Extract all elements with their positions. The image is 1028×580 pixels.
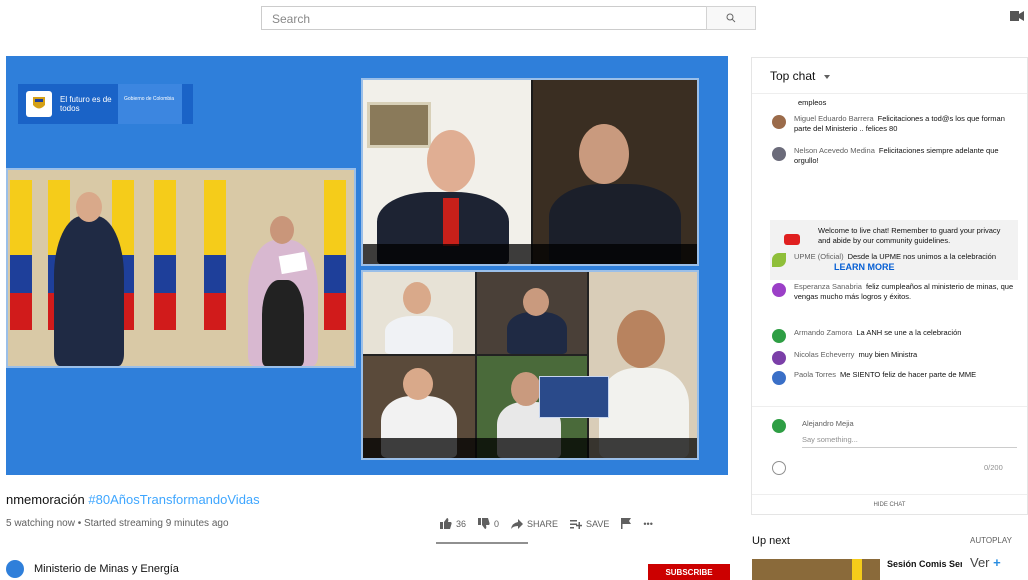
char-count: 0/200	[984, 463, 1003, 472]
next-video-thumbnail[interactable]	[752, 559, 880, 580]
chat-composer: Alejandro Mejia Say something... 0/200	[752, 406, 1027, 478]
video-player[interactable]: El futuro es de todos Gobierno de Colomb…	[6, 56, 728, 475]
welcome-text: Welcome to live chat! Remember to guard …	[818, 226, 1001, 245]
playlist-add-icon	[570, 519, 583, 529]
welcome-banner: Welcome to live chat! Remember to guard …	[770, 220, 1018, 280]
channel-avatar[interactable]	[6, 560, 24, 578]
stream-panel-grid	[361, 270, 699, 460]
brand-line-2: Gobierno de Colombia	[118, 84, 182, 124]
chevron-down-icon	[823, 75, 830, 79]
chat-message: Paola Torres Me SIENTO feliz de hacer par…	[772, 370, 1022, 385]
video-title: nmemoración #80AñosTransformandoVidas	[6, 492, 260, 507]
avatar	[772, 351, 786, 365]
chat-mode-label: Top chat	[770, 69, 816, 83]
chat-message: empleos	[772, 98, 1022, 113]
chat-input[interactable]: Say something...	[802, 435, 1017, 448]
avatar	[772, 253, 786, 267]
top-bar: Search	[0, 0, 1028, 36]
stream-panel-ceremony	[6, 168, 356, 368]
create-video-icon[interactable]	[1010, 10, 1024, 22]
chat-message: Nelson Acevedo Medina Felicitaciones siem…	[772, 146, 1022, 166]
like-button[interactable]: 36	[440, 518, 466, 529]
avatar	[772, 371, 786, 385]
autoplay-label: AUTOPLAY	[970, 536, 1012, 545]
avatar	[772, 283, 786, 297]
flag-icon	[621, 518, 632, 529]
composer-name: Alejandro Mejia	[802, 419, 854, 428]
chat-message: Miguel Eduardo Barrera Felicitaciones a t…	[772, 114, 1022, 134]
share-button[interactable]: SHARE	[511, 518, 559, 529]
plus-icon: +	[993, 555, 1001, 570]
hashtag-link[interactable]: #80AñosTransformandoVidas	[88, 492, 259, 507]
ver-mas-button[interactable]: Ver +	[962, 555, 1028, 575]
avatar	[772, 115, 786, 129]
youtube-icon	[784, 234, 800, 245]
brand-line-1: El futuro es de todos	[60, 95, 112, 113]
avatar	[772, 329, 786, 343]
like-count: 36	[456, 518, 467, 529]
save-label: SAVE	[586, 518, 610, 529]
chat-mode-selector[interactable]: Top chat	[752, 58, 1027, 94]
save-button[interactable]: SAVE	[570, 519, 609, 529]
avatar	[772, 147, 786, 161]
search-input[interactable]: Search	[261, 6, 706, 30]
video-actions: 36 0 SHARE SAVE •••	[440, 518, 653, 529]
emoji-icon[interactable]	[772, 461, 786, 475]
title-text: nmemoración	[6, 492, 89, 507]
stream-meta: 5 watching now • Started streaming 9 min…	[6, 518, 229, 529]
coat-of-arms-icon	[26, 91, 52, 117]
channel-row: Ministerio de Minas y Energía	[6, 560, 179, 578]
search-button[interactable]	[706, 6, 756, 30]
avatar	[772, 419, 786, 433]
ver-label: Ver	[970, 555, 990, 570]
chat-message: UPME (Oficial) Desde la UPME nos unimos a…	[772, 252, 1022, 267]
chat-message: Esperanza Sanabria feliz cumpleaños al mi…	[772, 282, 1022, 302]
dislike-count: 0	[494, 518, 500, 529]
stream-panel-call	[361, 78, 699, 266]
hide-chat-button[interactable]: HIDE CHAT	[752, 494, 1027, 514]
more-actions-button[interactable]: •••	[643, 519, 652, 529]
report-button[interactable]	[621, 518, 632, 529]
live-chat: Top chat empleos Miguel Eduardo Barrera F…	[751, 57, 1028, 515]
share-icon	[511, 518, 524, 529]
thumbs-down-icon	[478, 518, 490, 529]
subscribe-button[interactable]: SUBSCRIBE	[648, 564, 730, 580]
search-icon	[726, 13, 736, 23]
share-label: SHARE	[527, 518, 559, 529]
thumbs-up-icon	[440, 518, 452, 529]
channel-name[interactable]: Ministerio de Minas y Energía	[34, 563, 179, 575]
up-next-label: Up next	[752, 535, 790, 547]
government-logo: El futuro es de todos Gobierno de Colomb…	[18, 84, 193, 124]
chat-message: Armando Zamora La ANH se une a la celebra…	[772, 328, 1022, 343]
dislike-button[interactable]: 0	[478, 518, 499, 529]
like-ratio-bar	[436, 542, 528, 544]
chat-message: Nicolas Echeverry muy bien Ministra	[772, 350, 1022, 365]
